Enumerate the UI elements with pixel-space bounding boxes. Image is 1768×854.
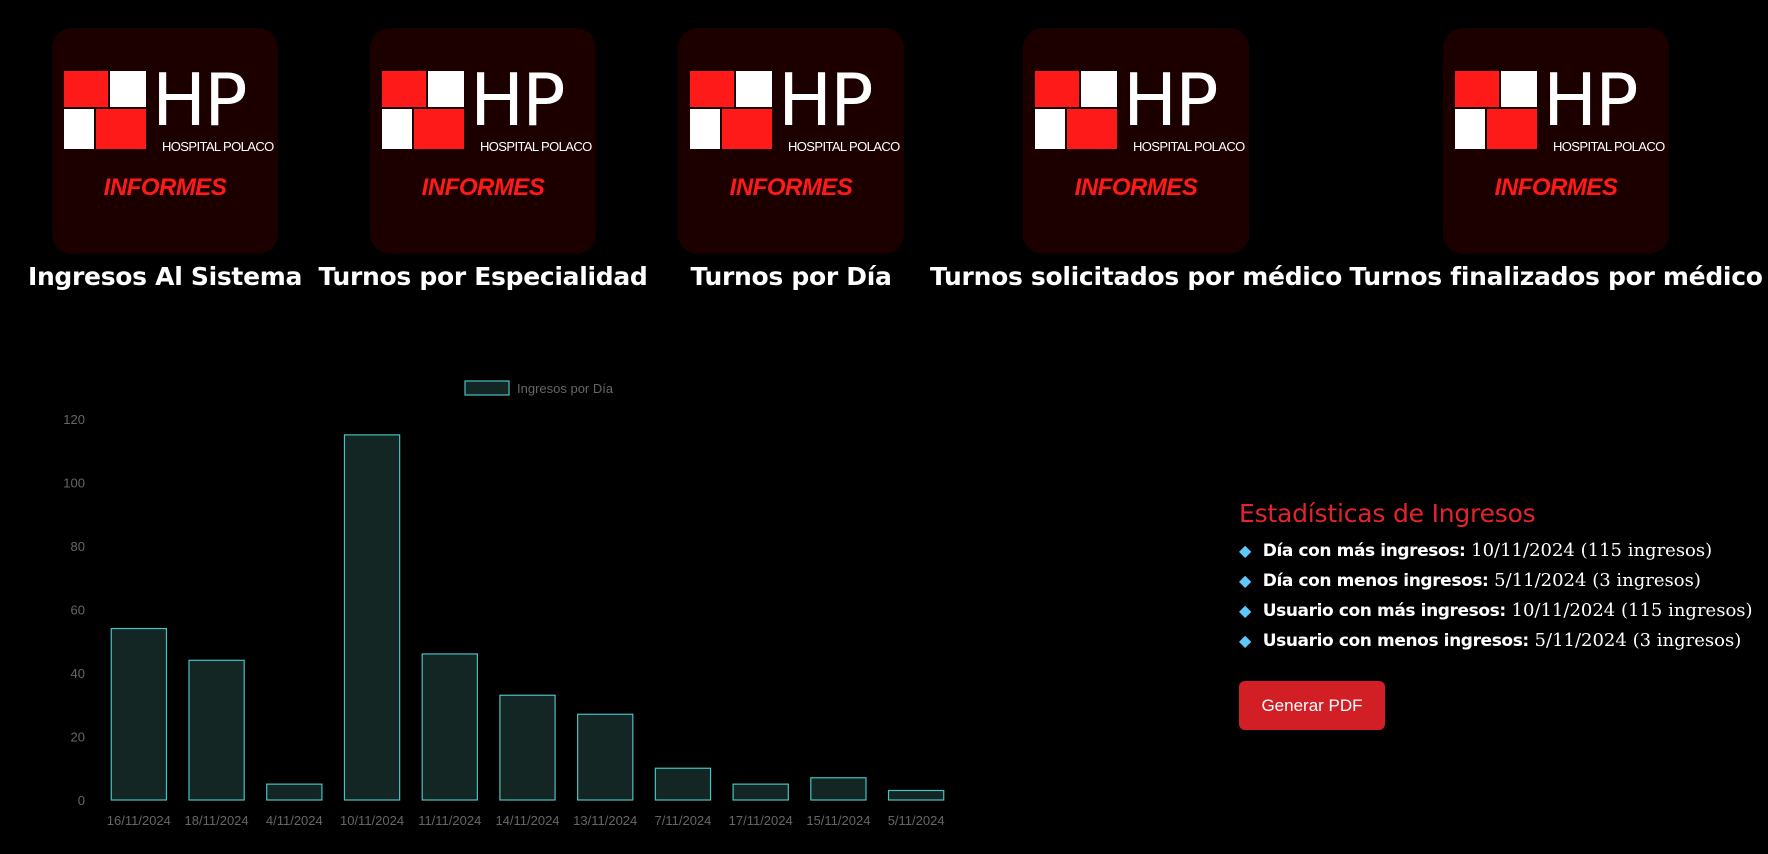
hp-squares-icon [1035, 71, 1117, 149]
x-tick-label: 17/11/2024 [729, 813, 793, 828]
stat-row: ◆ Día con menos ingresos: 5/11/2024 (3 i… [1239, 566, 1759, 596]
hp-subtitle: HOSPITAL POLACO [788, 139, 900, 154]
generate-pdf-button[interactable]: Generar PDF [1239, 681, 1385, 730]
card-label[interactable]: Turnos solicitados por médico [930, 262, 1342, 291]
hp-logo: HP HOSPITAL POLACO INFORMES [678, 28, 904, 254]
bar[interactable] [654, 767, 712, 801]
hp-squares-icon [690, 71, 772, 149]
stat-key: Día con menos ingresos: [1262, 571, 1489, 591]
stat-row: ◆ Usuario con menos ingresos: 5/11/2024 … [1239, 626, 1759, 656]
informes-tag: INFORMES [1494, 174, 1618, 201]
x-tick-label: 13/11/2024 [573, 813, 637, 828]
hp-subtitle: HOSPITAL POLACO [162, 139, 274, 154]
informes-tag: INFORMES [1074, 174, 1198, 201]
report-card-solicitados[interactable]: HP HOSPITAL POLACO INFORMES Turnos solic… [930, 28, 1342, 291]
informes-tag: INFORMES [103, 174, 227, 201]
bar[interactable] [343, 434, 401, 801]
x-tick-label: 14/11/2024 [495, 813, 559, 828]
hp-letters: HP [152, 58, 248, 142]
y-tick-label: 100 [63, 476, 85, 491]
stat-key: Usuario con más ingresos: [1262, 601, 1506, 621]
hp-logo: HP HOSPITAL POLACO INFORMES [1443, 28, 1669, 254]
ingresos-bar-chart: 0 20 40 60 80 100 120 16/11/2024 18/11/2024 4/11/… [63, 380, 945, 828]
stat-value: 5/11/2024 (3 ingresos) [1494, 570, 1701, 591]
x-tick-label: 5/11/2024 [888, 813, 945, 828]
legend-swatch[interactable] [464, 380, 510, 396]
bar[interactable] [577, 713, 634, 801]
gem-icon: ◆ [1239, 631, 1252, 650]
stat-row: ◆ Usuario con más ingresos: 10/11/2024 (… [1239, 596, 1759, 626]
report-card-finalizados[interactable]: HP HOSPITAL POLACO INFORMES Turnos final… [1349, 28, 1763, 291]
stat-key: Día con más ingresos: [1262, 541, 1466, 561]
stat-value: 10/11/2024 (115 ingresos) [1511, 600, 1753, 621]
hp-letters: HP [778, 58, 874, 142]
gem-icon: ◆ [1239, 601, 1252, 620]
stats-title: Estadísticas de Ingresos [1239, 499, 1536, 528]
x-tick-label: 16/11/2024 [107, 813, 171, 828]
x-tick-label: 11/11/2024 [418, 813, 481, 828]
bar[interactable] [266, 783, 323, 801]
bar[interactable] [110, 627, 168, 801]
report-card-especialidad[interactable]: HP HOSPITAL POLACO INFORMES Turnos por E… [318, 28, 648, 291]
hp-logo: HP HOSPITAL POLACO INFORMES [1023, 28, 1249, 254]
hp-logo: HP HOSPITAL POLACO INFORMES [52, 28, 278, 254]
stat-value: 10/11/2024 (115 ingresos) [1471, 540, 1713, 561]
y-tick-label: 40 [71, 666, 85, 681]
legend-label[interactable]: Ingresos por Día [517, 381, 614, 396]
x-tick-label: 18/11/2024 [185, 813, 249, 828]
hp-subtitle: HOSPITAL POLACO [1133, 139, 1245, 154]
hp-logo: HP HOSPITAL POLACO INFORMES [370, 28, 596, 254]
gem-icon: ◆ [1239, 571, 1252, 590]
informes-tag: INFORMES [729, 174, 853, 201]
y-tick-label: 60 [71, 603, 85, 618]
x-tick-label: 4/11/2024 [266, 813, 323, 828]
x-tick-label: 10/11/2024 [340, 813, 404, 828]
report-card-por-dia[interactable]: HP HOSPITAL POLACO INFORMES Turnos por D… [678, 28, 904, 291]
bar[interactable] [188, 659, 245, 801]
informes-tag: INFORMES [421, 174, 545, 201]
card-label[interactable]: Ingresos Al Sistema [28, 262, 302, 291]
hp-subtitle: HOSPITAL POLACO [480, 139, 592, 154]
report-card-ingresos[interactable]: HP HOSPITAL POLACO INFORMES Ingresos Al … [28, 28, 302, 291]
hp-letters: HP [1543, 58, 1639, 142]
hp-squares-icon [1455, 71, 1537, 149]
hp-letters: HP [1123, 58, 1219, 142]
bar[interactable] [499, 694, 556, 801]
y-tick-label: 120 [63, 412, 85, 427]
stat-key: Usuario con menos ingresos: [1262, 631, 1529, 651]
hp-letters: HP [470, 58, 566, 142]
gem-icon: ◆ [1239, 541, 1252, 560]
bar[interactable] [732, 783, 789, 801]
card-label[interactable]: Turnos finalizados por médico [1349, 262, 1763, 291]
card-label[interactable]: Turnos por Día [690, 262, 891, 291]
stats-panel: Estadísticas de Ingresos ◆ Día con más i… [1239, 499, 1759, 656]
bar[interactable] [887, 789, 945, 801]
x-tick-label: 15/11/2024 [806, 813, 870, 828]
card-label[interactable]: Turnos por Especialidad [318, 262, 647, 291]
stat-row: ◆ Día con más ingresos: 10/11/2024 (115 … [1239, 536, 1759, 566]
y-tick-label: 0 [78, 793, 85, 808]
bar[interactable] [421, 653, 478, 801]
y-tick-label: 20 [71, 730, 85, 745]
hp-subtitle: HOSPITAL POLACO [1553, 139, 1665, 154]
hp-squares-icon [64, 71, 146, 149]
bar[interactable] [810, 777, 867, 801]
stat-value: 5/11/2024 (3 ingresos) [1534, 630, 1742, 651]
hp-squares-icon [382, 71, 464, 149]
y-tick-label: 80 [71, 539, 85, 554]
x-tick-label: 7/11/2024 [655, 813, 712, 828]
